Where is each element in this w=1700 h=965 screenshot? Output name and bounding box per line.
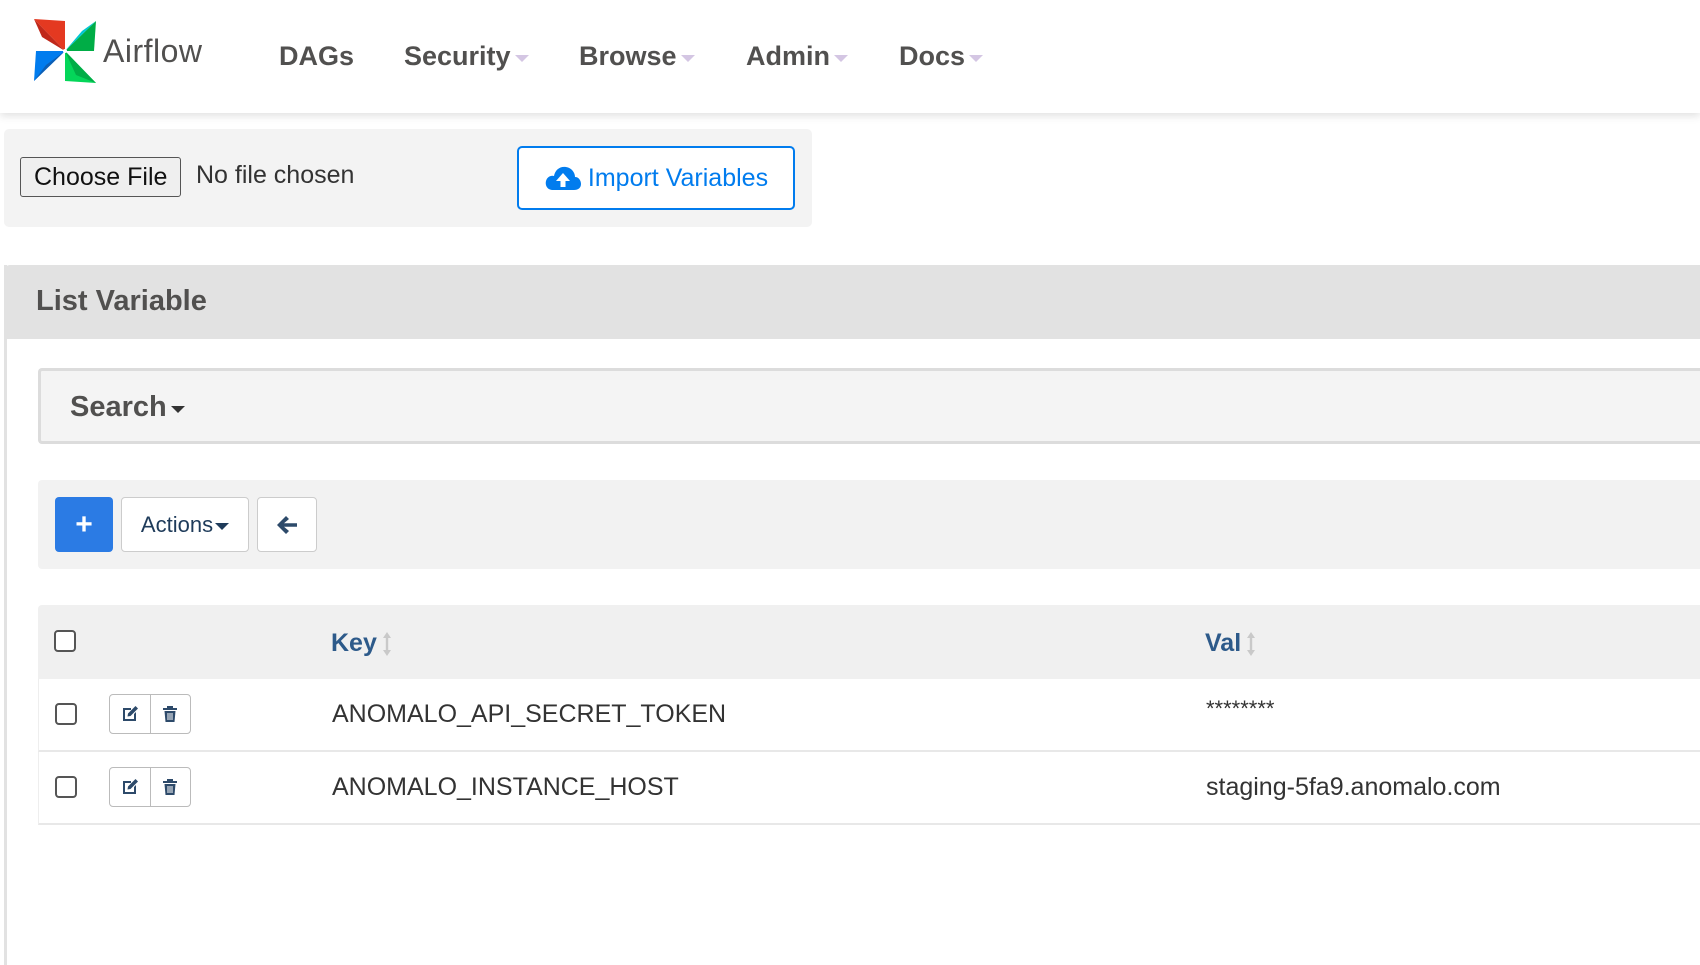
back-button[interactable]: [257, 497, 317, 552]
list-toolbar: + Actions: [38, 480, 1700, 569]
chevron-down-icon: [514, 54, 529, 62]
trash-icon: [163, 779, 178, 795]
select-all-checkbox[interactable]: [54, 630, 76, 652]
import-variables-button[interactable]: Import Variables: [517, 146, 795, 210]
table-row: ANOMALO_API_SECRET_TOKEN ********: [38, 679, 1700, 752]
add-variable-button[interactable]: +: [55, 497, 113, 552]
column-key-label: Key: [331, 629, 377, 657]
nav-browse-dropdown[interactable]: Browse: [579, 38, 695, 74]
row-actions: [109, 767, 191, 807]
arrow-left-icon: [277, 515, 297, 534]
nav-docs-dropdown[interactable]: Docs: [899, 38, 984, 74]
column-header-val[interactable]: Val: [1205, 629, 1256, 658]
chevron-down-icon: [680, 54, 695, 62]
table-header-row: Key Val: [38, 605, 1700, 679]
chevron-down-icon: [969, 54, 984, 62]
row-actions: [109, 694, 191, 734]
chevron-down-icon: [170, 406, 185, 413]
cell-key: ANOMALO_API_SECRET_TOKEN: [332, 700, 727, 728]
table-row: ANOMALO_INSTANCE_HOST staging-5fa9.anoma…: [38, 752, 1700, 825]
search-label: Search: [70, 391, 167, 423]
sort-icon: [382, 631, 391, 656]
delete-record-button[interactable]: [149, 768, 191, 806]
nav-security-dropdown[interactable]: Security: [404, 38, 529, 74]
row-select-checkbox[interactable]: [55, 703, 77, 725]
delete-record-button[interactable]: [149, 695, 191, 733]
airflow-pinwheel-logo-icon: [34, 19, 96, 83]
actions-dropdown-button[interactable]: Actions: [121, 497, 249, 552]
chevron-down-icon: [834, 54, 848, 62]
top-navbar: Airflow DAGs Security Browse Admin Docs: [0, 0, 1700, 113]
edit-icon: [122, 779, 138, 794]
import-variables-label: Import Variables: [587, 163, 769, 192]
file-status-text: No file chosen: [196, 161, 355, 189]
nav-docs-label: Docs: [899, 40, 966, 71]
cell-key: ANOMALO_INSTANCE_HOST: [332, 773, 679, 801]
import-variables-form: Choose File No file chosen Import Variab…: [4, 129, 812, 227]
search-filter-bar: Search: [38, 368, 1700, 444]
nav-admin-dropdown[interactable]: Admin: [746, 38, 848, 74]
row-select-checkbox[interactable]: [55, 776, 77, 798]
brand-link[interactable]: Airflow: [32, 17, 203, 85]
choose-file-button[interactable]: Choose File: [20, 157, 182, 197]
actions-label: Actions: [140, 511, 214, 537]
brand-name: Airflow: [103, 32, 203, 69]
edit-record-button[interactable]: [110, 695, 150, 733]
page-title: List Variable: [36, 285, 207, 317]
cloud-upload-icon: [545, 166, 581, 190]
search-dropdown-toggle[interactable]: Search: [70, 391, 185, 424]
cell-val: ********: [1206, 696, 1275, 721]
edit-icon: [122, 706, 138, 721]
nav-browse-label: Browse: [579, 40, 677, 71]
nav-admin-label: Admin: [746, 40, 830, 71]
panel-heading: List Variable: [4, 265, 1700, 339]
cell-val: staging-5fa9.anomalo.com: [1206, 773, 1501, 801]
edit-record-button[interactable]: [110, 768, 150, 806]
nav-dags-label: DAGs: [279, 40, 355, 71]
sort-icon: [1247, 631, 1256, 656]
trash-icon: [163, 706, 178, 722]
column-header-key[interactable]: Key: [331, 629, 392, 658]
nav-dags[interactable]: DAGs: [279, 38, 354, 74]
variables-table: Key Val ANOMALO_API_SECRET_TOKEN *******…: [38, 605, 1700, 825]
column-val-label: Val: [1205, 629, 1242, 657]
chevron-down-icon: [215, 523, 230, 530]
list-variable-panel: List Variable Search + Actions Key Val A…: [4, 265, 1700, 965]
nav-security-label: Security: [404, 40, 511, 71]
